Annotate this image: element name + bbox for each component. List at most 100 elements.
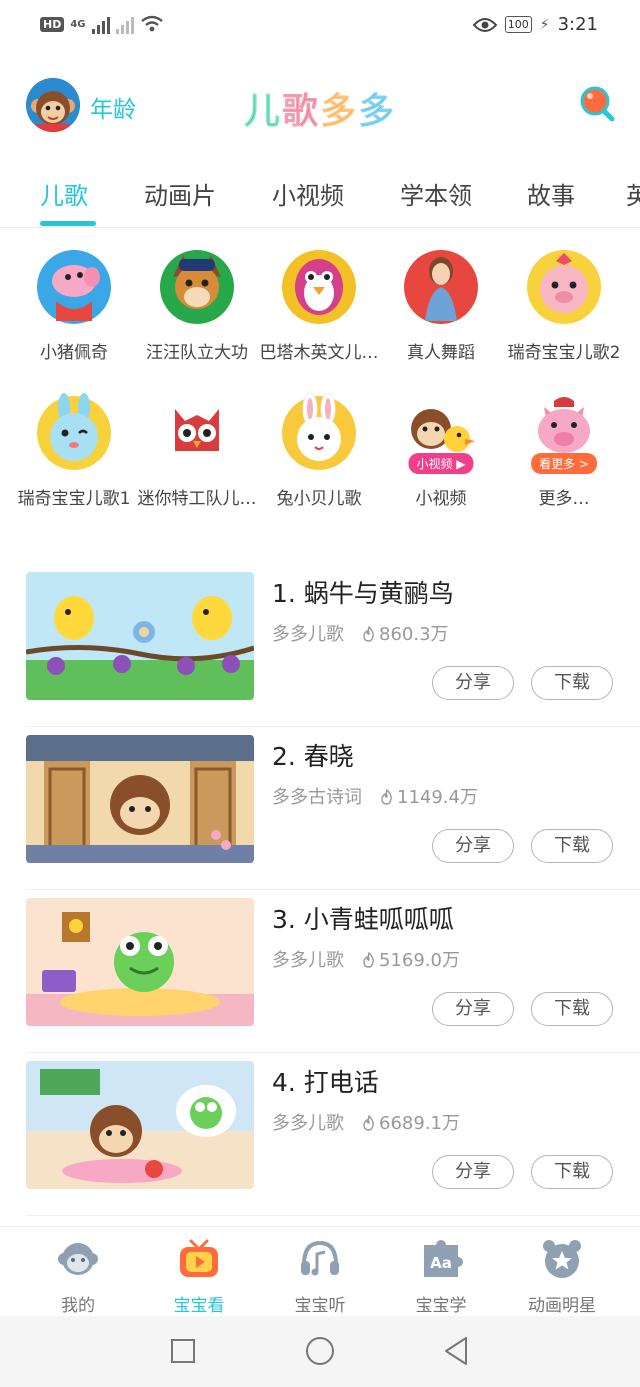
video-item[interactable]: 2. 春晓多多古诗词 1149.4万分享 下载 bbox=[26, 727, 640, 890]
video-title[interactable]: 3. 小青蛙呱呱呱 bbox=[272, 900, 454, 936]
channel-label: 真人舞蹈 bbox=[407, 343, 475, 363]
channel-badge: 看更多 > bbox=[531, 453, 597, 474]
clock: 3:21 bbox=[557, 14, 598, 35]
video-title[interactable]: 4. 打电话 bbox=[272, 1063, 379, 1099]
share-button[interactable]: 分享 bbox=[432, 992, 514, 1026]
play-count-value: 860.3万 bbox=[379, 624, 449, 645]
play-count-value: 1149.4万 bbox=[397, 787, 478, 808]
tab-indicator bbox=[40, 221, 96, 226]
channel-item[interactable]: 兔小贝儿歌 bbox=[257, 392, 381, 509]
nav-label: 宝宝听 bbox=[294, 1296, 346, 1316]
puzzle-aa-icon: Aa bbox=[424, 1240, 463, 1277]
svg-text:Aa: Aa bbox=[430, 1254, 452, 1272]
video-title[interactable]: 1. 蜗牛与黄鹂鸟 bbox=[272, 574, 454, 610]
channel-item[interactable]: 瑞奇宝宝儿歌1 bbox=[12, 393, 136, 509]
play-count: 6689.1万 bbox=[362, 1113, 460, 1134]
channel-label: 瑞奇宝宝儿歌2 bbox=[507, 343, 621, 363]
download-button[interactable]: 下载 bbox=[531, 992, 613, 1026]
video-title[interactable]: 2. 春晓 bbox=[272, 737, 354, 773]
nav-label: 宝宝学 bbox=[415, 1296, 467, 1316]
video-thumbnail[interactable] bbox=[26, 572, 254, 700]
monkey-avatar-icon bbox=[26, 78, 80, 132]
status-right: 100 ⚡ 3:21 bbox=[472, 14, 598, 35]
nav-item-learn[interactable]: Aa 宝宝学 bbox=[381, 1237, 501, 1316]
video-meta: 多多古诗词 1149.4万 bbox=[272, 783, 478, 809]
download-button[interactable]: 下载 bbox=[531, 829, 613, 863]
signal-icon bbox=[91, 14, 110, 34]
channel-item[interactable]: 汪汪队立大功 bbox=[135, 250, 259, 363]
logo-char: 多 bbox=[320, 91, 359, 133]
back-icon[interactable] bbox=[442, 1336, 470, 1366]
signal-2-icon bbox=[115, 14, 134, 34]
video-channel: 多多儿歌 bbox=[272, 950, 344, 971]
channel-item[interactable]: 看更多 > 更多… bbox=[502, 396, 626, 509]
nav-item-listen[interactable]: 宝宝听 bbox=[260, 1237, 380, 1316]
video-item[interactable]: 3. 小青蛙呱呱呱多多儿歌 5169.0万分享 下载 bbox=[26, 890, 640, 1053]
bear-star-icon bbox=[543, 1240, 581, 1278]
share-button[interactable]: 分享 bbox=[432, 666, 514, 700]
video-item[interactable]: 1. 蜗牛与黄鹂鸟多多儿歌 860.3万分享 下载 bbox=[26, 564, 640, 727]
video-channel: 多多儿歌 bbox=[272, 1113, 344, 1134]
app-logo: 儿歌多多 bbox=[243, 82, 396, 134]
avatar[interactable] bbox=[26, 78, 80, 132]
nav-label: 动画明星 bbox=[528, 1296, 596, 1316]
battery-icon: 100 bbox=[504, 16, 532, 33]
video-thumbnail[interactable] bbox=[26, 898, 254, 1026]
flame-icon bbox=[363, 1114, 374, 1131]
category-tabs: 儿歌 动画片 小视频 学本领 故事 英 bbox=[0, 162, 640, 228]
channel-item[interactable]: 迷你特工队儿… bbox=[135, 396, 259, 509]
video-thumbnail[interactable] bbox=[26, 735, 254, 863]
age-label[interactable]: 年龄 bbox=[90, 90, 136, 124]
video-thumbnail[interactable] bbox=[26, 1061, 254, 1189]
channel-label: 小视频 bbox=[415, 489, 467, 509]
nav-item-watch[interactable]: 宝宝看 bbox=[139, 1237, 259, 1316]
paw-patrol-icon bbox=[160, 250, 234, 324]
flame-icon bbox=[363, 625, 374, 642]
tv-play-icon bbox=[180, 1239, 218, 1277]
eye-icon bbox=[472, 17, 497, 32]
download-button[interactable]: 下载 bbox=[531, 1155, 613, 1189]
tab-xiaoshipin[interactable]: 小视频 bbox=[272, 176, 344, 211]
tab-english[interactable]: 英 bbox=[626, 176, 640, 211]
share-button[interactable]: 分享 bbox=[432, 829, 514, 863]
wifi-icon bbox=[140, 15, 163, 32]
channel-label: 兔小贝儿歌 bbox=[276, 489, 362, 509]
recent-apps-icon[interactable] bbox=[170, 1338, 196, 1364]
dancer-girl-icon bbox=[404, 250, 478, 324]
flame-icon bbox=[381, 788, 392, 805]
share-button[interactable]: 分享 bbox=[432, 1155, 514, 1189]
nav-label: 宝宝看 bbox=[173, 1296, 225, 1316]
headphones-icon bbox=[301, 1240, 339, 1276]
pink-pig-icon: 看更多 > bbox=[527, 396, 601, 474]
nav-item-stars[interactable]: 动画明星 bbox=[502, 1237, 622, 1316]
search-icon[interactable] bbox=[576, 84, 616, 124]
video-channel: 多多儿歌 bbox=[272, 624, 344, 645]
nav-item-mine[interactable]: 我的 bbox=[18, 1237, 138, 1316]
status-left: HD 4G bbox=[40, 14, 164, 34]
system-nav-bar bbox=[0, 1316, 640, 1387]
monkey-face-icon bbox=[58, 1243, 98, 1275]
tab-donghuapian[interactable]: 动画片 bbox=[144, 176, 216, 211]
channel-label: 瑞奇宝宝儿歌1 bbox=[17, 489, 131, 509]
network-label: 4G bbox=[70, 18, 86, 30]
video-meta: 多多儿歌 6689.1万 bbox=[272, 1109, 460, 1135]
channel-label: 汪汪队立大功 bbox=[146, 343, 248, 363]
tab-erge[interactable]: 儿歌 bbox=[40, 176, 88, 211]
play-count: 1149.4万 bbox=[380, 787, 478, 808]
tab-xuebenling[interactable]: 学本领 bbox=[400, 176, 472, 211]
download-button[interactable]: 下载 bbox=[531, 666, 613, 700]
channel-badge: 小视频 ▶ bbox=[408, 453, 474, 474]
channel-item[interactable]: 小视频 ▶ 小视频 bbox=[379, 396, 503, 509]
tab-gushi[interactable]: 故事 bbox=[527, 176, 575, 211]
channel-label: 更多… bbox=[538, 489, 590, 509]
channel-item[interactable]: 小猪佩奇 bbox=[12, 250, 136, 363]
play-count: 5169.0万 bbox=[362, 950, 460, 971]
video-item[interactable]: 4. 打电话多多儿歌 6689.1万分享 下载 bbox=[26, 1053, 640, 1216]
channel-item[interactable]: 巴塔木英文儿… bbox=[257, 250, 381, 363]
home-icon[interactable] bbox=[305, 1336, 335, 1366]
channel-label: 迷你特工队儿… bbox=[137, 489, 257, 509]
channel-item[interactable]: 真人舞蹈 bbox=[379, 250, 503, 363]
hd-badge: HD bbox=[40, 16, 65, 32]
bottom-nav: 我的 宝宝看 宝宝听 Aa 宝宝学 动画明星 bbox=[0, 1226, 640, 1316]
channel-item[interactable]: 瑞奇宝宝儿歌2 bbox=[502, 250, 626, 363]
